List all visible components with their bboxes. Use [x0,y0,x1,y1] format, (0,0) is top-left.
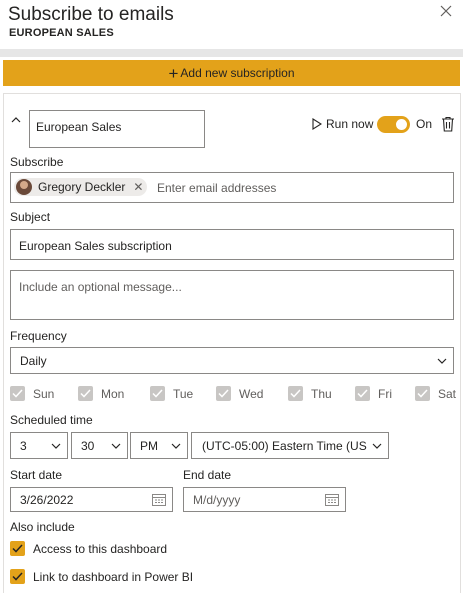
check-icon [290,389,301,398]
check-icon [417,389,428,398]
day-sun: Sun [10,386,54,401]
days-row: Sun Mon Tue Wed Thu Fri Sat [10,386,460,404]
message-field[interactable]: Include an optional message... [10,270,454,320]
end-date-label: End date [183,468,232,482]
day-label: Thu [311,386,332,401]
include-access-option[interactable]: Access to this dashboard [10,541,167,556]
include-access-label: Access to this dashboard [33,541,168,556]
minute-value: 30 [81,438,95,453]
day-label: Mon [101,386,125,401]
subscription-toggle[interactable] [377,116,410,133]
day-label: Sun [33,386,55,401]
subject-label: Subject [10,210,51,224]
timezone-select[interactable]: (UTC-05:00) Eastern Time (US and [191,432,389,459]
email-input[interactable]: Enter email addresses [157,181,276,195]
day-label: Tue [173,386,194,401]
day-tue: Tue [150,386,193,401]
check-icon [357,389,368,398]
day-label: Fri [378,386,392,401]
day-fri: Fri [355,386,392,401]
frequency-value: Daily [20,353,47,368]
play-icon [312,118,322,130]
frequency-select[interactable]: Daily [10,347,454,374]
check-icon [12,572,23,581]
day-checkbox [216,386,231,401]
include-link-checkbox[interactable] [10,569,25,584]
hour-value: 3 [20,438,27,453]
day-sat: Sat [415,386,456,401]
chevron-down-icon [111,443,121,449]
add-subscription-label: Add new subscription [180,66,295,80]
day-checkbox [288,386,303,401]
chevron-down-icon [51,443,61,449]
minute-select[interactable]: 30 [71,432,128,459]
remove-recipient-icon[interactable]: ✕ [133,180,143,194]
header-divider [0,49,463,57]
day-mon: Mon [78,386,124,401]
plus-icon: + [168,63,179,83]
subscribe-label: Subscribe [10,155,64,169]
check-icon [80,389,91,398]
page-subtitle: EUROPEAN SALES [9,27,114,39]
include-link-option[interactable]: Link to dashboard in Power BI [10,569,193,584]
run-now-label: Run now [326,117,374,131]
day-checkbox [415,386,430,401]
end-date-placeholder: M/d/yyyy [193,492,241,507]
timezone-value: (UTC-05:00) Eastern Time (US and [202,438,368,453]
day-checkbox [150,386,165,401]
check-icon [218,389,229,398]
toggle-label: On [416,117,433,131]
ampm-select[interactable]: PM [130,432,188,459]
chevron-down-icon [171,443,181,449]
avatar [16,179,32,195]
subscription-name-field[interactable]: European Sales [29,110,205,148]
day-checkbox [355,386,370,401]
recipient-chip: Gregory Deckler ✕ [14,178,147,196]
day-wed: Wed [216,386,263,401]
check-icon [152,389,163,398]
start-date-field[interactable]: 3/26/2022 [10,487,173,512]
day-label: Sat [438,386,457,401]
scheduled-time-label: Scheduled time [10,413,93,427]
include-link-label: Link to dashboard in Power BI [33,569,194,584]
start-date-label: Start date [10,468,63,482]
hour-select[interactable]: 3 [10,432,68,459]
run-now-button[interactable]: Run now [312,117,373,131]
toggle-knob [396,119,407,130]
also-include-label: Also include [10,520,75,534]
day-checkbox [78,386,93,401]
ampm-value: PM [140,438,158,453]
check-icon [12,389,23,398]
day-checkbox [10,386,25,401]
add-subscription-button[interactable]: + Add new subscription [3,60,460,86]
day-label: Wed [239,386,264,401]
day-thu: Thu [288,386,332,401]
include-access-checkbox[interactable] [10,541,25,556]
recipient-name: Gregory Deckler [38,180,126,194]
chevron-down-icon [372,443,382,449]
start-date-value: 3/26/2022 [20,492,74,507]
subject-field[interactable]: European Sales subscription [10,229,454,260]
calendar-icon[interactable] [325,493,339,506]
calendar-icon[interactable] [152,493,166,506]
close-icon[interactable] [438,3,454,19]
frequency-label: Frequency [10,329,67,343]
end-date-field[interactable]: M/d/yyyy [183,487,346,512]
check-icon [12,544,23,553]
chevron-down-icon [437,358,447,364]
delete-icon[interactable] [441,116,455,132]
subscription-panel [3,93,461,593]
page-title: Subscribe to emails [8,4,174,25]
chevron-up-icon[interactable] [10,114,22,126]
